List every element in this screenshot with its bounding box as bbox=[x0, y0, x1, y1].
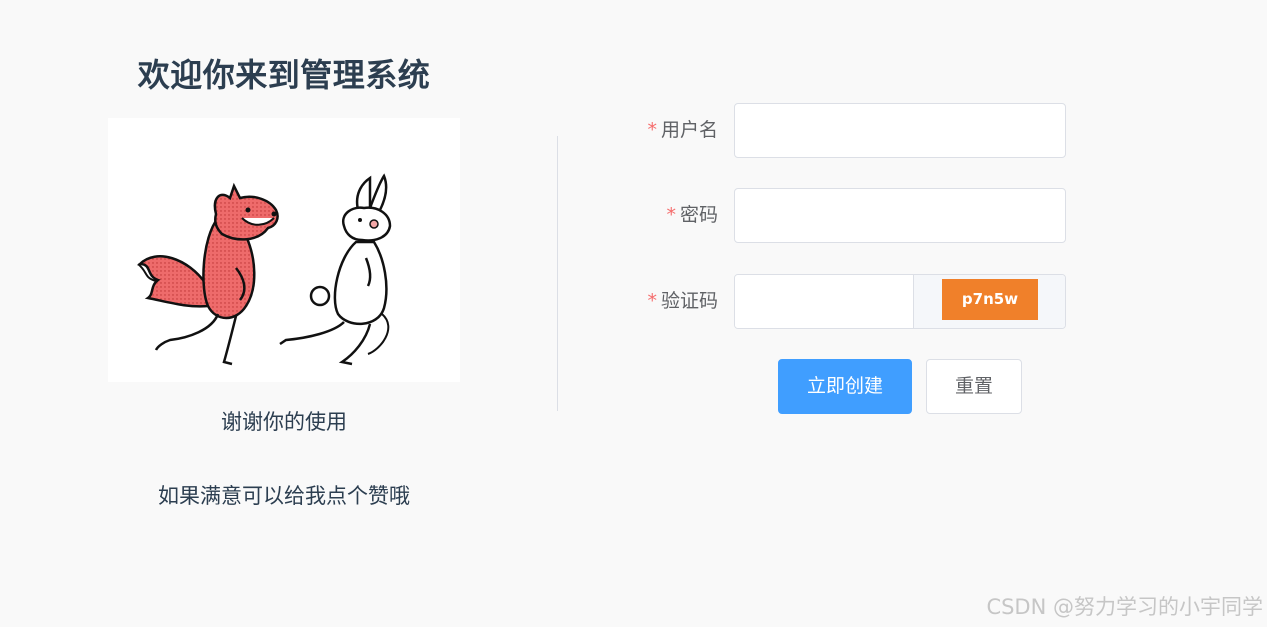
password-label: * 密码 bbox=[600, 188, 718, 243]
username-input[interactable] bbox=[734, 103, 1066, 158]
captcha-image[interactable]: p7n5w bbox=[942, 279, 1038, 320]
username-row: * 用户名 bbox=[600, 103, 1066, 158]
thanks-text: 谢谢你的使用 bbox=[221, 410, 347, 434]
username-label: * 用户名 bbox=[600, 103, 718, 158]
required-asterisk: * bbox=[666, 204, 676, 226]
password-input[interactable] bbox=[734, 188, 1066, 243]
captcha-input[interactable] bbox=[735, 275, 913, 328]
reset-button[interactable]: 重置 bbox=[926, 359, 1022, 414]
captcha-label-text: 验证码 bbox=[660, 290, 718, 312]
vertical-divider bbox=[557, 136, 558, 411]
dancing-animals-icon bbox=[136, 173, 392, 366]
required-asterisk: * bbox=[647, 290, 657, 312]
username-label-text: 用户名 bbox=[660, 119, 718, 141]
like-request-text: 如果满意可以给我点个赞哦 bbox=[158, 484, 410, 508]
captcha-input-group: p7n5w bbox=[734, 274, 1066, 329]
captcha-label: * 验证码 bbox=[600, 274, 718, 329]
required-asterisk: * bbox=[647, 119, 657, 141]
welcome-illustration bbox=[108, 118, 460, 382]
captcha-row: * 验证码 p7n5w bbox=[600, 274, 1066, 329]
captcha-append: p7n5w bbox=[913, 275, 1065, 328]
csdn-watermark: CSDN @努力学习的小宇同学 bbox=[986, 595, 1263, 619]
page-title: 欢迎你来到管理系统 bbox=[137, 56, 431, 94]
password-label-text: 密码 bbox=[679, 204, 718, 226]
create-button[interactable]: 立即创建 bbox=[778, 359, 912, 414]
password-row: * 密码 bbox=[600, 188, 1066, 243]
